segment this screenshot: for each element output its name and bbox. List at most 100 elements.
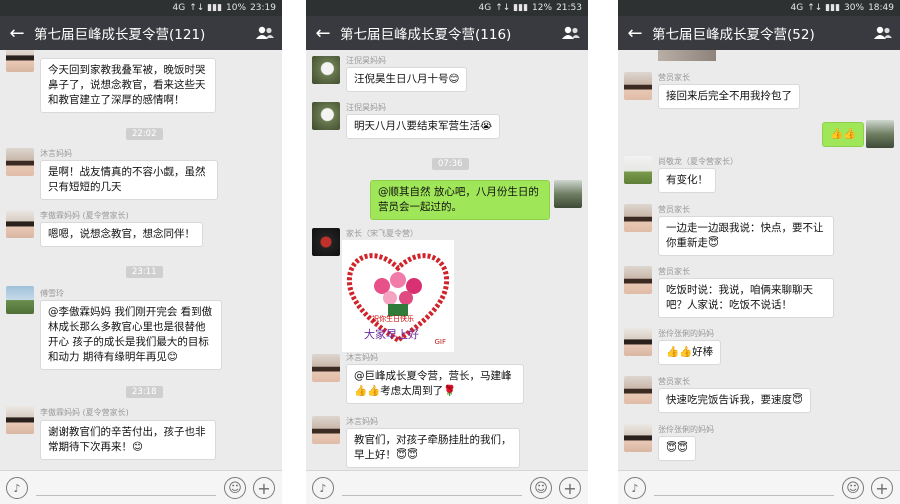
back-arrow-icon[interactable]: ← bbox=[0, 23, 34, 44]
avatar[interactable] bbox=[6, 286, 34, 314]
title-bar: ← 第七届巨峰成长夏令营(121) bbox=[0, 16, 282, 50]
sender-name: 营员家长 bbox=[658, 377, 690, 386]
group-members-icon[interactable] bbox=[866, 26, 900, 40]
avatar[interactable] bbox=[6, 406, 34, 434]
sender-name: 沐言妈妈 bbox=[40, 149, 72, 158]
message-bubble[interactable]: 今天回到家教我叠军被，晚饭时哭鼻子了，说想念教官，看来这些天和教官建立了深厚的感… bbox=[40, 58, 216, 113]
message-list[interactable]: 今天回到家教我叠军被，晚饭时哭鼻子了，说想念教官，看来这些天和教官建立了深厚的感… bbox=[0, 50, 282, 470]
message-bubble[interactable]: 明天八月八要结束军营生活😭 bbox=[346, 114, 501, 139]
voice-icon[interactable]: ♪ bbox=[624, 477, 646, 499]
message-bubble-sent[interactable]: 👍👍 bbox=[822, 122, 865, 147]
gif-badge: GIF bbox=[434, 338, 446, 346]
message-bubble[interactable]: 教官们，对孩子牵肠挂肚的我们，早上好！😇😇 bbox=[346, 428, 520, 468]
signal-icon: ↑↓ ▮▮▮ bbox=[495, 3, 529, 13]
message-bubble[interactable]: 👍👍好棒 bbox=[658, 340, 722, 365]
sender-name: 家长（宋飞夏令营） bbox=[346, 229, 418, 238]
clock: 21:53 bbox=[556, 3, 582, 13]
image-caption-2: 大家早上好 bbox=[364, 328, 419, 341]
clock: 18:49 bbox=[868, 3, 894, 13]
plus-icon[interactable]: + bbox=[559, 477, 581, 499]
sender-name: 营员家长 bbox=[658, 267, 690, 276]
avatar[interactable] bbox=[312, 228, 340, 256]
timestamp: 23:11 bbox=[126, 266, 163, 278]
emoji-icon[interactable]: ☺ bbox=[530, 477, 552, 499]
avatar[interactable] bbox=[624, 204, 652, 232]
emoji-icon[interactable]: ☺ bbox=[224, 477, 246, 499]
sender-name: 营员家长 bbox=[658, 205, 690, 214]
title-bar: ← 第七届巨峰成长夏令营(116) bbox=[306, 16, 588, 50]
avatar[interactable] bbox=[312, 56, 340, 84]
status-bar: 4G ↑↓ ▮▮▮ 10% 23:19 bbox=[0, 0, 282, 16]
gif-image[interactable]: 祝你生日快乐 大家早上好 GIF bbox=[342, 240, 454, 352]
title-bar: ← 第七届巨峰成长夏令营(52) bbox=[618, 16, 900, 50]
avatar[interactable] bbox=[312, 102, 340, 130]
avatar[interactable] bbox=[624, 328, 652, 356]
input-bar: ♪ ☺ + bbox=[618, 470, 900, 504]
group-members-icon[interactable] bbox=[248, 26, 282, 40]
plus-icon[interactable]: + bbox=[871, 477, 893, 499]
input-bar: ♪ ☺ + bbox=[0, 470, 282, 504]
message-bubble[interactable]: 😇😇 bbox=[658, 436, 696, 461]
message-bubble-sent[interactable]: @顺其自然 放心吧，八月份生日的营员会一起过的。 bbox=[370, 180, 550, 220]
emoji-icon[interactable]: ☺ bbox=[842, 477, 864, 499]
message-bubble[interactable]: 嗯嗯，说想念教官，想念同伴！ bbox=[40, 222, 203, 247]
message-bubble[interactable]: 有变化！ bbox=[658, 168, 716, 193]
back-arrow-icon[interactable]: ← bbox=[618, 23, 652, 44]
avatar[interactable] bbox=[624, 156, 652, 184]
message-bubble[interactable]: 是啊！战友情真的不容小觑，虽然只有短短的几天 bbox=[40, 160, 218, 200]
timestamp: 23:18 bbox=[126, 386, 163, 398]
voice-icon[interactable]: ♪ bbox=[6, 477, 28, 499]
message-bubble[interactable]: 吃饭时说：我说，咱俩来聊聊天吧？人家说：吃饭不说话！ bbox=[658, 278, 834, 318]
voice-icon[interactable]: ♪ bbox=[312, 477, 334, 499]
timestamp: 07:36 bbox=[432, 158, 469, 170]
message-bubble[interactable]: 一边走一边跟我说：快点，要不让你重新走😇 bbox=[658, 216, 834, 256]
clock: 23:19 bbox=[250, 3, 276, 13]
input-bar: ♪ ☺ + bbox=[306, 470, 588, 504]
avatar[interactable] bbox=[6, 148, 34, 176]
sender-name: 张伶张俐的妈妈 bbox=[658, 425, 714, 434]
network-indicator: 4G bbox=[790, 3, 804, 13]
avatar[interactable] bbox=[866, 120, 894, 148]
phone-screen-1: 4G ↑↓ ▮▮▮ 10% 23:19 ← 第七届巨峰成长夏令营(121) 今天… bbox=[0, 0, 282, 504]
image-caption-1: 祝你生日快乐 bbox=[372, 315, 414, 323]
sender-name: 营员家长 bbox=[658, 73, 690, 82]
back-arrow-icon[interactable]: ← bbox=[306, 23, 340, 44]
sender-name: 尚敬龙（夏令营家长） bbox=[658, 157, 738, 166]
message-bubble[interactable]: 汪倪昊生日八月十号😊 bbox=[346, 67, 468, 92]
message-bubble[interactable]: @李傲霖妈妈 我们刚开完会 看到傲林成长那么多教官心里也是很替他开心 孩子的成长… bbox=[40, 300, 222, 370]
sender-name: 沐言妈妈 bbox=[346, 417, 378, 426]
status-bar: 4G ↑↓ ▮▮▮ 30% 18:49 bbox=[618, 0, 900, 16]
chat-title: 第七届巨峰成长夏令营(52) bbox=[652, 27, 815, 43]
avatar[interactable] bbox=[6, 50, 34, 72]
image-message-partial[interactable] bbox=[658, 50, 716, 61]
avatar[interactable] bbox=[624, 266, 652, 294]
battery-level: 12% bbox=[532, 3, 553, 13]
status-bar: 4G ↑↓ ▮▮▮ 12% 21:53 bbox=[306, 0, 588, 16]
plus-icon[interactable]: + bbox=[253, 477, 275, 499]
sender-name: 傅雪玲 bbox=[40, 289, 64, 298]
sender-name: 李傲霖妈妈 (夏令营家长) bbox=[40, 408, 129, 417]
network-indicator: 4G bbox=[478, 3, 492, 13]
message-input[interactable] bbox=[342, 495, 522, 496]
sender-name: 张伶张俐的妈妈 bbox=[658, 329, 714, 338]
avatar[interactable] bbox=[312, 354, 340, 382]
message-bubble[interactable]: 谢谢教官们的辛苦付出，孩子也非常期待下次再来！😊 bbox=[40, 420, 216, 460]
message-bubble[interactable]: 接回来后完全不用我拎包了 bbox=[658, 84, 800, 109]
avatar[interactable] bbox=[6, 210, 34, 238]
sender-name: 李傲霖妈妈 (夏令营家长) bbox=[40, 211, 129, 220]
avatar[interactable] bbox=[624, 72, 652, 100]
sender-name: 汪倪昊妈妈 bbox=[346, 56, 386, 65]
avatar[interactable] bbox=[554, 180, 582, 208]
phone-screen-3: 4G ↑↓ ▮▮▮ 30% 18:49 ← 第七届巨峰成长夏令营(52) 营员家… bbox=[618, 0, 900, 504]
message-list[interactable]: 汪倪昊妈妈 汪倪昊生日八月十号😊 汪倪昊妈妈 明天八月八要结束军营生活😭 07:… bbox=[306, 50, 588, 470]
message-input[interactable] bbox=[36, 495, 216, 496]
avatar[interactable] bbox=[312, 416, 340, 444]
group-members-icon[interactable] bbox=[554, 26, 588, 40]
message-bubble[interactable]: @巨峰成长夏令营，营长，马建峰👍👍考虑太周到了🌹 bbox=[346, 364, 524, 404]
avatar[interactable] bbox=[624, 376, 652, 404]
signal-icon: ↑↓ ▮▮▮ bbox=[807, 3, 841, 13]
avatar[interactable] bbox=[624, 424, 652, 452]
message-bubble[interactable]: 快速吃完饭告诉我，要速度😇 bbox=[658, 388, 811, 413]
message-input[interactable] bbox=[654, 495, 834, 496]
message-list[interactable]: 营员家长 接回来后完全不用我拎包了 👍👍 尚敬龙（夏令营家长） 有变化！ 营员家… bbox=[618, 50, 900, 470]
